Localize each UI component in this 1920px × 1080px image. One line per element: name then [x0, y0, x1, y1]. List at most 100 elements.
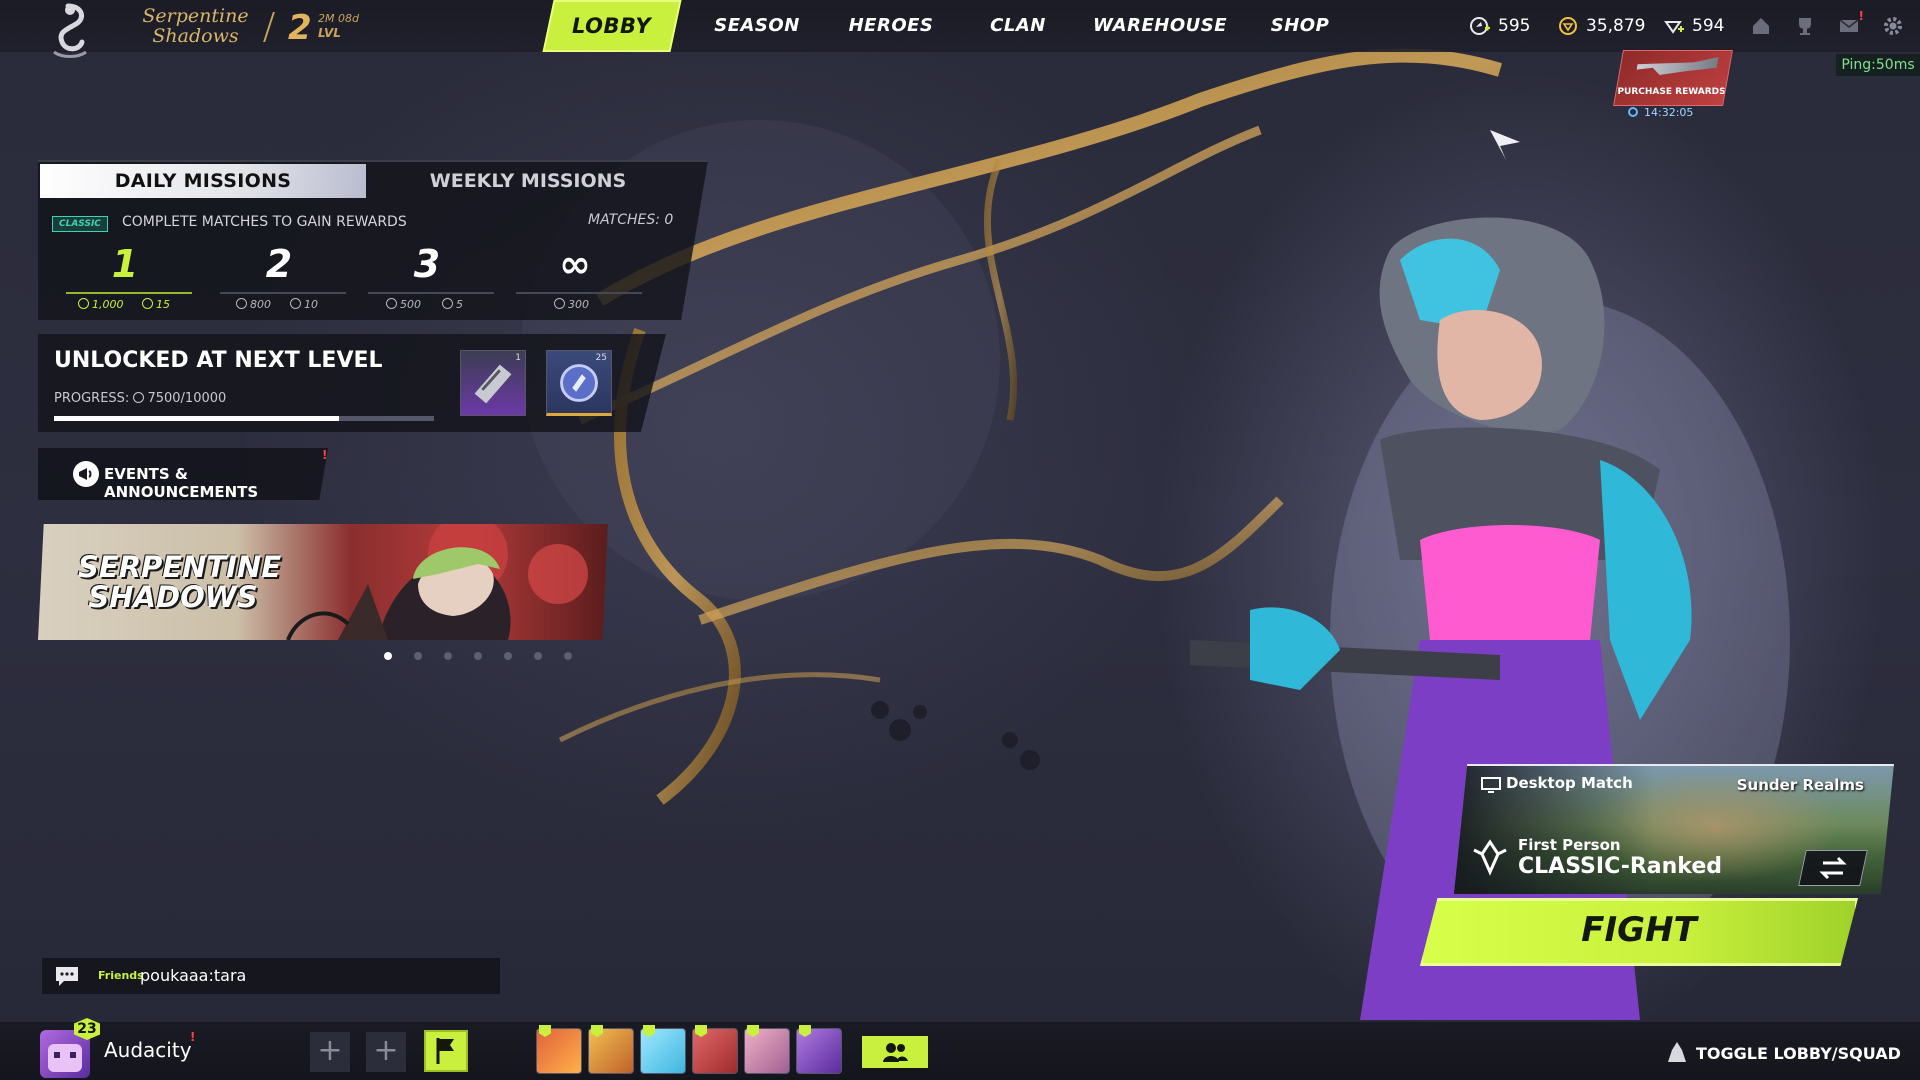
add-squad-member-button[interactable]: + [366, 1032, 406, 1072]
hero-slot[interactable] [640, 1025, 686, 1074]
chat-channel: Friends [98, 969, 144, 982]
hero-slot[interactable] [588, 1025, 634, 1074]
reward-count: 25 [595, 353, 607, 363]
mission-description: COMPLETE MATCHES TO GAIN REWARDS [122, 214, 407, 230]
coin-icon [554, 298, 565, 309]
gem-currency-value: 594 [1692, 16, 1725, 36]
ping-indicator: Ping:50ms [1836, 54, 1920, 76]
trophy-icon[interactable] [1794, 15, 1816, 37]
bottom-bar [0, 1022, 1920, 1080]
rank-emblem-icon [1473, 839, 1507, 876]
level-time-remaining: 2M 08d [318, 12, 359, 25]
pin-icon [539, 1025, 551, 1037]
next-level-unlock-panel: UNLOCKED AT NEXT LEVEL PROGRESS: 7500/10… [38, 334, 666, 432]
tier-reward-b: 10 [290, 298, 318, 311]
mail-icon [1839, 19, 1859, 32]
coin-currency-value: 35,879 [1586, 16, 1646, 36]
carousel-dot[interactable] [444, 652, 452, 660]
carousel-dot[interactable] [474, 652, 482, 660]
mode-badge: CLASSIC [52, 216, 108, 232]
pin-icon [747, 1025, 759, 1037]
unlock-reward[interactable]: 1 [460, 350, 526, 416]
tab-shop[interactable]: SHOP [1248, 0, 1352, 52]
clock-icon [1628, 107, 1638, 117]
mission-tier: 2 800 10 [212, 242, 346, 312]
carousel-dot[interactable] [414, 652, 422, 660]
coin-currency-icon [1559, 17, 1577, 35]
carousel-dot[interactable] [534, 652, 542, 660]
tier-label: 3 [413, 242, 441, 286]
toggle-lobby-squad-button[interactable]: TOGGLE LOBBY/SQUAD [1696, 1044, 1901, 1063]
settings-icon[interactable] [1882, 15, 1904, 37]
tab-heroes[interactable]: HEROES [836, 0, 946, 52]
reward-count: 1 [515, 353, 521, 363]
chat-message: poukaaa:tara [140, 966, 247, 985]
match-platform: Desktop Match [1506, 774, 1633, 792]
purchase-rewards-promo[interactable]: PURCHASE REWARDS [1613, 50, 1733, 106]
desktop-icon [1481, 777, 1501, 793]
coin-icon [236, 298, 247, 309]
gem-currency[interactable]: 594 [1664, 14, 1754, 38]
tier-reward-a: 800 [236, 298, 271, 311]
snake-emblem-icon [53, 3, 87, 58]
unlock-progress-value: 7500/10000 [147, 391, 227, 406]
swap-arrows-icon [1819, 856, 1847, 880]
hero-slot[interactable] [744, 1025, 790, 1074]
tier-reward-b: 5 [442, 298, 463, 311]
tab-season[interactable]: SEASON [702, 0, 812, 52]
tier-divider [368, 292, 494, 294]
fight-label: FIGHT [1581, 910, 1697, 950]
gem-currency-icon [1664, 21, 1684, 34]
match-map: Sunder Realms [1736, 776, 1864, 794]
unlock-reward[interactable]: 25 [546, 350, 612, 416]
tab-weekly-missions[interactable]: WEEKLY MISSIONS [378, 164, 678, 198]
events-header[interactable]: EVENTS & ANNOUNCEMENTS [38, 448, 328, 500]
pin-icon [591, 1025, 603, 1037]
tab-clan[interactable]: CLAN [968, 0, 1068, 52]
fight-button[interactable]: FIGHT [1420, 898, 1858, 966]
mail-button[interactable]: ! [1838, 9, 1864, 37]
tier-reward-a: 500 [386, 298, 421, 311]
people-icon [883, 1043, 908, 1062]
carousel-dot[interactable] [384, 652, 392, 660]
tab-daily-missions[interactable]: DAILY MISSIONS [40, 164, 366, 198]
event-banner[interactable]: SERPENTINE SHADOWS [38, 524, 608, 640]
squad-button[interactable] [862, 1036, 928, 1068]
toggle-view-icon [1668, 1042, 1686, 1062]
carousel-dot[interactable] [564, 652, 572, 660]
coin-currency[interactable]: 35,879 [1558, 14, 1668, 38]
add-squad-member-button[interactable]: + [310, 1032, 350, 1072]
tab-warehouse[interactable]: WAREHOUSE [1088, 0, 1232, 52]
plus-icon: + [317, 1033, 343, 1068]
pin-icon [799, 1025, 811, 1037]
hero-slot[interactable] [536, 1025, 582, 1074]
tier-divider [66, 292, 192, 294]
premium-currency[interactable]: 595 [1470, 14, 1560, 38]
chat-icon [56, 967, 78, 986]
level-label: LVL [318, 26, 341, 40]
flag-button[interactable] [424, 1030, 468, 1072]
pin-icon [695, 1025, 707, 1037]
account-level: 2 [288, 8, 312, 48]
player-name[interactable]: Audacity [104, 1038, 192, 1062]
friends-chat[interactable]: Friends poukaaa:tara [42, 958, 500, 994]
flag-icon [436, 1038, 454, 1064]
hero-slot[interactable] [692, 1025, 738, 1074]
megaphone-icon [73, 461, 99, 487]
mission-tier: 3 500 5 [360, 242, 494, 312]
token-icon [442, 298, 453, 309]
tab-lobby[interactable]: LOBBY [542, 0, 682, 52]
home-icon[interactable] [1750, 15, 1772, 37]
premium-currency-value: 595 [1498, 16, 1531, 36]
token-icon [142, 298, 153, 309]
carousel-dot[interactable] [504, 652, 512, 660]
tier-divider [220, 292, 346, 294]
hero-slot[interactable] [796, 1025, 842, 1074]
promo-label: PURCHASE REWARDS [1617, 87, 1726, 97]
mission-tier: ∞ 300 [508, 242, 642, 312]
mission-tier: 1 1,000 15 [58, 242, 192, 312]
switch-mode-button[interactable] [1798, 850, 1868, 886]
match-queue: CLASSIC-Ranked [1518, 854, 1723, 879]
tier-label: 1 [111, 242, 139, 286]
promo-weapon-image [1636, 57, 1719, 75]
